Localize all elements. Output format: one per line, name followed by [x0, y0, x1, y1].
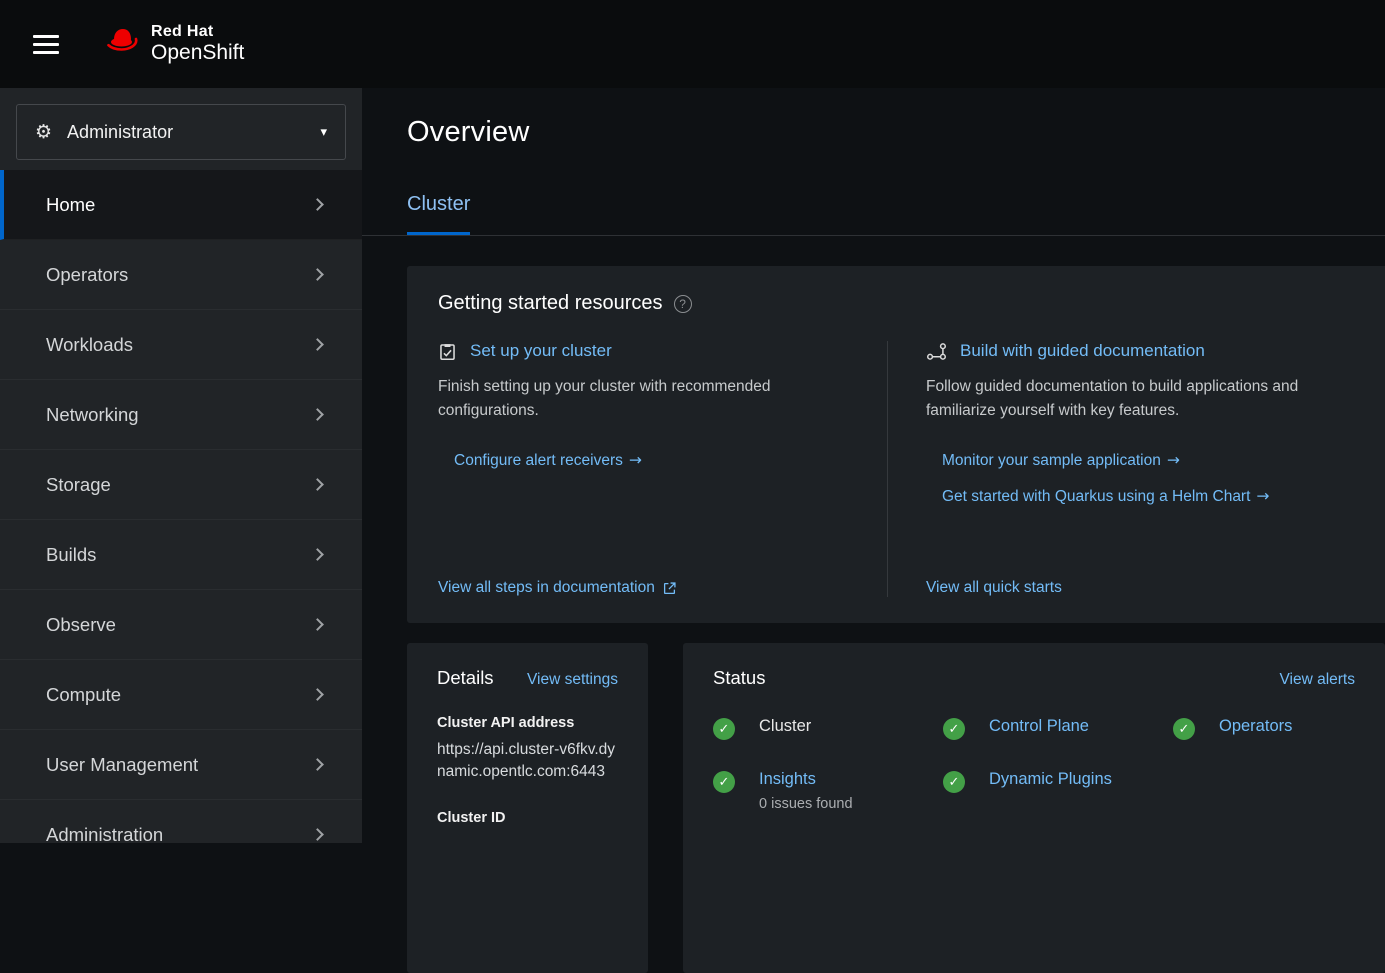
sidebar-item-label: Compute — [46, 684, 121, 706]
sidebar-item-user-management[interactable]: User Management — [0, 730, 362, 800]
setup-cluster-column: Set up your cluster Finish setting up yo… — [438, 341, 887, 597]
sidebar-item-label: Observe — [46, 614, 116, 636]
setup-cluster-description: Finish setting up your cluster with reco… — [438, 375, 845, 423]
sidebar-item-label: Operators — [46, 264, 128, 286]
link-label: View all quick starts — [926, 579, 1062, 597]
redhat-openshift-logo[interactable]: Red Hat OpenShift — [105, 23, 244, 64]
details-title: Details — [437, 667, 494, 689]
sidebar-item-workloads[interactable]: Workloads — [0, 310, 362, 380]
chevron-right-icon — [311, 618, 324, 631]
cluster-id-label: Cluster ID — [437, 810, 618, 826]
status-label-cluster: Cluster — [759, 717, 811, 736]
view-all-steps-link[interactable]: View all steps in documentation — [438, 579, 845, 597]
check-circle-icon: ✓ — [713, 771, 735, 793]
status-item-operators: ✓ Operators — [1173, 717, 1385, 740]
tab-bar: Cluster — [362, 193, 1385, 236]
chevron-down-icon: ▾ — [320, 125, 327, 140]
status-link-control-plane[interactable]: Control Plane — [989, 717, 1089, 736]
red-hat-fedora-icon — [105, 25, 142, 58]
sidebar-item-label: Administration — [46, 824, 163, 844]
status-grid: ✓ Cluster ✓ Control Plane ✓ Operators ✓ — [713, 717, 1355, 812]
check-circle-icon: ✓ — [943, 771, 965, 793]
sidebar-item-label: Builds — [46, 544, 96, 566]
view-all-quick-starts-link[interactable]: View all quick starts — [926, 579, 1385, 597]
perspective-switcher[interactable]: ⚙ Administrator ▾ — [16, 104, 346, 160]
status-item-dynamic-plugins: ✓ Dynamic Plugins — [943, 770, 1173, 812]
brand-text: Red Hat OpenShift — [151, 23, 244, 64]
sidebar-item-compute[interactable]: Compute — [0, 660, 362, 730]
sidebar-item-operators[interactable]: Operators — [0, 240, 362, 310]
details-card: Details View settings Cluster API addres… — [407, 643, 648, 973]
sidebar-item-observe[interactable]: Observe — [0, 590, 362, 660]
sidebar-item-networking[interactable]: Networking — [0, 380, 362, 450]
monitor-sample-application-link[interactable]: Monitor your sample application → — [942, 451, 1385, 470]
getting-started-card: Getting started resources ? Set up your — [407, 266, 1385, 623]
check-circle-icon: ✓ — [713, 718, 735, 740]
sidebar-item-home[interactable]: Home — [0, 170, 362, 240]
quarkus-helm-chart-link[interactable]: Get started with Quarkus using a Helm Ch… — [942, 487, 1385, 506]
brand-line-2: OpenShift — [151, 41, 244, 65]
check-circle-icon: ✓ — [943, 718, 965, 740]
configure-alert-receivers-link[interactable]: Configure alert receivers → — [454, 451, 845, 470]
arrow-right-icon: → — [629, 451, 642, 469]
sidebar-item-label: Workloads — [46, 334, 133, 356]
cluster-api-address-label: Cluster API address — [437, 715, 618, 731]
status-card: Status View alerts ✓ Cluster ✓ Control P… — [683, 643, 1385, 973]
check-circle-icon: ✓ — [1173, 718, 1195, 740]
view-settings-link[interactable]: View settings — [527, 671, 618, 689]
external-link-icon — [663, 582, 676, 595]
view-alerts-link[interactable]: View alerts — [1279, 671, 1355, 689]
status-link-operators[interactable]: Operators — [1219, 717, 1292, 736]
masthead: Red Hat OpenShift — [0, 0, 1385, 88]
page-title: Overview — [407, 116, 1340, 149]
guided-documentation-description: Follow guided documentation to build app… — [926, 375, 1346, 423]
arrow-right-icon: → — [1167, 451, 1180, 469]
sidebar-nav: ⚙ Administrator ▾ Home Operators Workloa… — [0, 88, 362, 843]
chevron-right-icon — [311, 198, 324, 211]
tab-cluster[interactable]: Cluster — [407, 193, 470, 235]
route-branch-icon — [926, 342, 947, 361]
chevron-right-icon — [311, 688, 324, 701]
sidebar-item-builds[interactable]: Builds — [0, 520, 362, 590]
guided-documentation-column: Build with guided documentation Follow g… — [887, 341, 1385, 597]
build-guided-documentation-link[interactable]: Build with guided documentation — [960, 341, 1205, 361]
arrow-right-icon: → — [1256, 487, 1269, 505]
sidebar-item-administration[interactable]: Administration — [0, 800, 362, 843]
gear-icon: ⚙ — [35, 123, 52, 142]
link-label: Configure alert receivers — [454, 452, 623, 469]
cluster-api-address-value[interactable]: https://api.cluster-v6fkv.dynamic.opentl… — [437, 739, 618, 784]
status-item-control-plane: ✓ Control Plane — [943, 717, 1173, 740]
sidebar-item-label: Networking — [46, 404, 139, 426]
chevron-right-icon — [311, 338, 324, 351]
status-title: Status — [713, 667, 765, 689]
main-content: Overview Cluster Getting started resourc… — [362, 88, 1385, 843]
brand-line-1: Red Hat — [151, 23, 244, 41]
link-label: Monitor your sample application — [942, 452, 1161, 469]
status-link-insights[interactable]: Insights — [759, 770, 816, 788]
sidebar-item-label: Storage — [46, 474, 111, 496]
chevron-right-icon — [311, 548, 324, 561]
help-question-icon[interactable]: ? — [674, 295, 692, 313]
perspective-label: Administrator — [67, 122, 173, 143]
sidebar-item-label: Home — [46, 194, 95, 216]
insights-issues-count: 0 issues found — [759, 796, 853, 812]
clipboard-check-icon — [438, 342, 457, 361]
sidebar-item-label: User Management — [46, 754, 198, 776]
chevron-right-icon — [311, 268, 324, 281]
getting-started-title: Getting started resources — [438, 292, 663, 315]
nav-toggle-hamburger-icon[interactable] — [33, 30, 59, 59]
chevron-right-icon — [311, 408, 324, 421]
status-link-dynamic-plugins[interactable]: Dynamic Plugins — [989, 770, 1112, 789]
link-label: View all steps in documentation — [438, 579, 655, 597]
chevron-right-icon — [311, 478, 324, 491]
sidebar-item-storage[interactable]: Storage — [0, 450, 362, 520]
link-label: Get started with Quarkus using a Helm Ch… — [942, 488, 1250, 505]
status-item-cluster: ✓ Cluster — [713, 717, 943, 740]
chevron-right-icon — [311, 758, 324, 771]
chevron-right-icon — [311, 828, 324, 841]
status-item-insights: ✓ Insights 0 issues found — [713, 770, 943, 812]
setup-cluster-link[interactable]: Set up your cluster — [470, 341, 612, 361]
